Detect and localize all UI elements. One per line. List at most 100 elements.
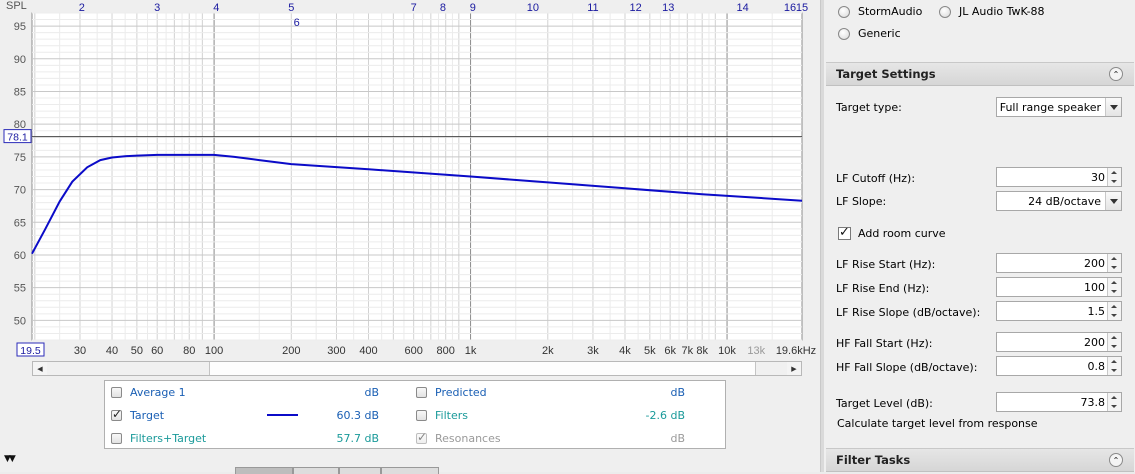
legend-value: dB: [364, 386, 379, 399]
legend-value: 60.3 dB: [336, 409, 379, 422]
x-tick-label: 6k: [664, 345, 676, 357]
legend-value: -2.6 dB: [645, 409, 686, 422]
bottom-tab[interactable]: [293, 467, 339, 474]
lf-slope-select[interactable]: 24 dB/octave: [996, 191, 1122, 211]
section-title: Target Settings: [836, 67, 936, 81]
marker-number: 16: [784, 2, 796, 14]
radio-label: StormAudio: [858, 5, 923, 18]
x-tick-label: 200: [282, 345, 300, 357]
hf-fall-start-value: 200: [1084, 335, 1105, 349]
filter-tasks-header[interactable]: Filter Tasks ⌃: [826, 448, 1134, 472]
marker-number: 6: [294, 17, 300, 29]
target-level-label: Target Level (dB):: [836, 397, 933, 410]
radio-stormaudio[interactable]: StormAudio: [838, 5, 922, 18]
bottom-tab[interactable]: [235, 467, 293, 474]
bottom-tab[interactable]: [339, 467, 381, 474]
lf-rise-slope-input[interactable]: 1.5: [996, 301, 1122, 321]
checkbox-icon[interactable]: [838, 225, 851, 240]
target-level-input[interactable]: 73.8: [996, 392, 1122, 412]
legend-item-average1[interactable]: Average 1: [111, 384, 186, 400]
target-settings-header[interactable]: Target Settings ⌃: [826, 62, 1134, 86]
legend-label: Target: [130, 408, 165, 422]
scroll-right-icon[interactable]: ▶: [787, 362, 801, 375]
y-tick-label: 65: [14, 217, 26, 229]
scroll-left-icon[interactable]: ◀: [33, 362, 47, 375]
collapse-up-icon[interactable]: ⌃: [1109, 67, 1123, 81]
lf-rise-slope-label: LF Rise Slope (dB/octave):: [836, 306, 981, 319]
target-type-label: Target type:: [836, 101, 902, 114]
legend-item-target[interactable]: Target: [111, 407, 164, 423]
target-type-select[interactable]: Full range speaker: [996, 97, 1122, 117]
y-tick-label: 70: [14, 185, 26, 197]
settings-panel: StormAudio JL Audio TwK-88 Generic Targe…: [824, 0, 1135, 472]
x-tick-label: 1k: [465, 345, 477, 357]
x-tick-label: 100: [205, 345, 223, 357]
hf-fall-start-label: HF Fall Start (Hz):: [836, 337, 933, 350]
collapse-up-icon[interactable]: ⌃: [1109, 453, 1123, 467]
legend-label: Filters: [435, 408, 468, 422]
marker-number: 13: [662, 2, 674, 14]
hf-fall-start-input[interactable]: 200: [996, 332, 1122, 352]
lf-rise-end-label: LF Rise End (Hz):: [836, 282, 930, 295]
radio-label: JL Audio TwK-88: [959, 5, 1045, 18]
radio-icon[interactable]: [838, 5, 850, 18]
hf-fall-slope-label: HF Fall Slope (dB/octave):: [836, 361, 978, 374]
spinner-icon[interactable]: [1107, 254, 1121, 272]
add-room-curve-label: Add room curve: [858, 227, 946, 240]
x-tick-label: 80: [183, 345, 195, 357]
x-tick-label: 10k: [718, 345, 736, 357]
collapse-arrows-icon[interactable]: ▼▼: [4, 454, 16, 464]
x-tick-label: 2k: [542, 345, 554, 357]
y-tick-label: 60: [14, 250, 26, 262]
checkbox-icon[interactable]: [111, 407, 122, 421]
add-room-curve-checkbox[interactable]: Add room curve: [838, 225, 946, 240]
y-tick-label: 55: [14, 283, 26, 295]
y-axis-label: SPL: [6, 0, 27, 12]
spinner-icon[interactable]: [1107, 393, 1121, 411]
calculate-target-level-link[interactable]: Calculate target level from response: [837, 417, 1038, 430]
radio-icon[interactable]: [939, 5, 951, 18]
legend-item-predicted[interactable]: Predicted: [416, 384, 487, 400]
scroll-thumb[interactable]: [209, 362, 756, 375]
legend-item-filters[interactable]: Filters: [416, 407, 468, 423]
spinner-icon[interactable]: [1107, 357, 1121, 375]
spinner-icon[interactable]: [1107, 168, 1121, 186]
x-tick-label: 5k: [644, 345, 656, 357]
legend-value: 57.7 dB: [336, 432, 379, 445]
spl-chart[interactable]: 95908580757065605550SPL78.130 40 50 60 80 100…: [0, 0, 820, 360]
lf-rise-start-value: 200: [1084, 256, 1105, 270]
radio-icon[interactable]: [838, 27, 850, 40]
marker-number: 8: [440, 2, 446, 14]
marker-number: 4: [213, 2, 219, 14]
horizontal-scrollbar[interactable]: ◀ ▶: [32, 361, 802, 376]
legend-label: Predicted: [435, 385, 487, 399]
hf-fall-slope-input[interactable]: 0.8: [996, 356, 1122, 376]
spinner-icon[interactable]: [1107, 333, 1121, 351]
lf-rise-start-label: LF Rise Start (Hz):: [836, 258, 936, 271]
spinner-icon[interactable]: [1107, 302, 1121, 320]
x-min-label: 19.5: [20, 345, 41, 357]
marker-number: 2: [79, 2, 85, 14]
checkbox-icon[interactable]: [416, 386, 427, 398]
lf-cutoff-value: 30: [1091, 170, 1105, 184]
marker-number: 7: [411, 2, 417, 14]
graph-area: 95 90 85 80 75 70 65 60 55 50 SPL 78.1 30 40 50 60 80 100…: [0, 0, 820, 474]
checkbox-icon[interactable]: [111, 386, 122, 398]
legend-label: Average 1: [130, 385, 186, 399]
legend-item-filters-target[interactable]: Filters+Target: [111, 430, 206, 446]
lf-rise-end-input[interactable]: 100: [996, 277, 1122, 297]
spinner-icon[interactable]: [1107, 278, 1121, 296]
radio-jl-audio[interactable]: JL Audio TwK-88: [939, 5, 1045, 18]
bottom-tab[interactable]: [381, 467, 439, 474]
lf-rise-slope-value: 1.5: [1087, 304, 1106, 318]
chevron-down-icon[interactable]: [1105, 192, 1121, 210]
radio-generic[interactable]: Generic: [838, 27, 901, 40]
chevron-down-icon[interactable]: [1105, 98, 1121, 116]
checkbox-icon[interactable]: [416, 409, 427, 421]
checkbox-icon[interactable]: [111, 432, 122, 444]
lf-cutoff-input[interactable]: 30: [996, 167, 1122, 187]
marker-number: 15: [796, 2, 808, 14]
x-tick-label: 600: [404, 345, 422, 357]
x-tick-label: 13k: [747, 345, 765, 357]
lf-rise-start-input[interactable]: 200: [996, 253, 1122, 273]
